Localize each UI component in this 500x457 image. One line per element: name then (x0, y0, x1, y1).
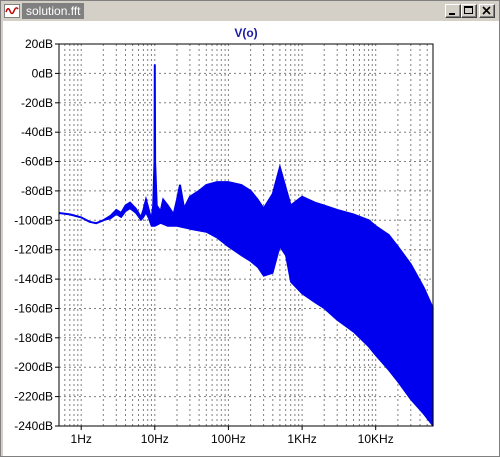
x-tick-label: 10Hz (141, 432, 169, 446)
minimize-icon (449, 13, 455, 15)
close-icon (482, 6, 491, 15)
y-tick-label: -80dB (21, 184, 53, 198)
y-tick-label: -160dB (14, 302, 53, 316)
y-tick-label: -20dB (21, 96, 53, 110)
window-title: solution.fft (22, 3, 85, 19)
y-tick-label: -120dB (14, 243, 53, 257)
maximize-button[interactable] (461, 4, 477, 18)
y-tick-label: -40dB (21, 125, 53, 139)
y-tick-label: -180dB (14, 331, 53, 345)
series-envelope (58, 63, 434, 427)
waveform-icon (4, 4, 20, 18)
y-tick-label: -200dB (14, 360, 53, 374)
x-tick-label: 1KHz (287, 432, 316, 446)
x-axis-ticks: 1Hz 10Hz 100Hz 1KHz 10KHz (71, 426, 394, 446)
y-tick-label: 0dB (32, 66, 53, 80)
y-tick-label: -240dB (14, 419, 53, 433)
x-tick-label: 1Hz (71, 432, 92, 446)
fft-chart: 20dB 0dB -20dB -40dB -60dB -80dB -100dB -120dB -… (14, 26, 434, 446)
x-tick-label: 10KHz (358, 432, 394, 446)
y-tick-label: -140dB (14, 272, 53, 286)
plot-area: 20dB 0dB -20dB -40dB -60dB -80dB -100dB -120dB -… (3, 21, 499, 456)
y-tick-label: -220dB (14, 390, 53, 404)
y-tick-label: -100dB (14, 213, 53, 227)
y-tick-label: 20dB (25, 37, 53, 51)
maximize-icon (464, 6, 473, 14)
y-tick-label: -60dB (21, 155, 53, 169)
title-bar[interactable]: solution.fft (1, 1, 499, 21)
x-tick-label: 100Hz (211, 432, 246, 446)
spectrum-window: solution.fft 20dB 0dB -20dB -40dB -60dB -80dB… (0, 0, 500, 457)
close-button[interactable] (479, 4, 495, 18)
chart-title: V(o) (234, 26, 257, 40)
minimize-button[interactable] (445, 4, 461, 18)
y-axis-ticks: 20dB 0dB -20dB -40dB -60dB -80dB -100dB -120dB -… (14, 37, 59, 433)
